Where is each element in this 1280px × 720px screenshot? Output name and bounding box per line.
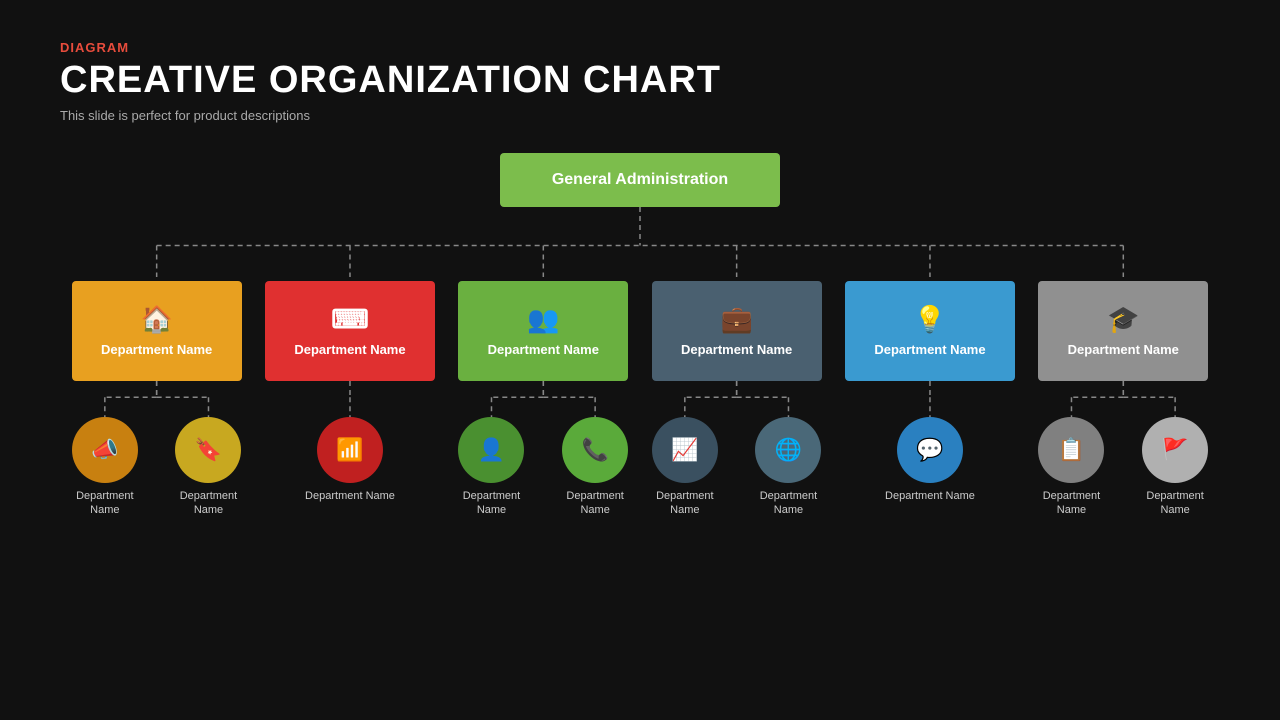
top-node-label: General Administration <box>552 171 728 188</box>
sub-text-0-0: Department Name <box>60 489 150 518</box>
sub-item-2-1: 📞 Department Name <box>550 417 640 518</box>
dept-name-4: Department Name <box>874 342 985 359</box>
dept-box-0: 🏠 Department Name <box>72 281 242 381</box>
diagram-label: Diagram <box>60 40 1220 55</box>
sub-item-0-1: 🔖 Department Name <box>164 417 254 518</box>
sub-circle-5-1: 🚩 <box>1142 417 1208 483</box>
sub-row-1: 📶 Department Name <box>305 417 395 503</box>
dept-name-5: Department Name <box>1068 342 1179 359</box>
sub-circle-3-1: 🌐 <box>755 417 821 483</box>
sub-item-5-0: 📋 Department Name <box>1027 417 1117 518</box>
sub-item-3-0: 📈 Department Name <box>640 417 730 518</box>
sub-row-5: 📋 Department Name 🚩 Department Name <box>1027 417 1220 518</box>
sub-circle-2-1: 📞 <box>562 417 628 483</box>
sub-row-3: 📈 Department Name 🌐 Department Name <box>640 417 833 518</box>
sub-text-3-1: Department Name <box>744 489 834 518</box>
dept-box-4: 💡 Department Name <box>845 281 1015 381</box>
slide: Diagram CREATIVE ORGANIZATION CHART This… <box>0 0 1280 720</box>
sub-circle-2-0: 👤 <box>458 417 524 483</box>
dept-icon-1: ⌨ <box>331 303 369 337</box>
top-node: General Administration <box>500 153 780 207</box>
sub-item-0-0: 📣 Department Name <box>60 417 150 518</box>
dept-box-1: ⌨ Department Name <box>265 281 435 381</box>
dept-icon-4: 💡 <box>914 303 946 337</box>
sub-circle-0-1: 🔖 <box>175 417 241 483</box>
sub-circle-4-0: 💬 <box>897 417 963 483</box>
dept-name-0: Department Name <box>101 342 212 359</box>
dept-box-3: 💼 Department Name <box>652 281 822 381</box>
dept-name-2: Department Name <box>488 342 599 359</box>
sub-circle-5-0: 📋 <box>1038 417 1104 483</box>
sub-item-1-0: 📶 Department Name <box>305 417 395 503</box>
sub-item-5-1: 🚩 Department Name <box>1130 417 1220 518</box>
dept-icon-5: 🎓 <box>1107 303 1139 337</box>
dept-icon-3: 💼 <box>720 303 752 337</box>
sub-text-2-1: Department Name <box>550 489 640 518</box>
sub-circle-0-0: 📣 <box>72 417 138 483</box>
sub-row-2: 👤 Department Name 📞 Department Name <box>447 417 640 518</box>
dept-col-1: ⌨ Department Name 📶 Department Name <box>253 281 446 503</box>
sub-text-0-1: Department Name <box>164 489 254 518</box>
dept-col-4: 💡 Department Name 💬 Department Name <box>833 281 1026 503</box>
sub-text-5-0: Department Name <box>1027 489 1117 518</box>
sub-text-1-0: Department Name <box>305 489 395 503</box>
sub-text-2-0: Department Name <box>447 489 537 518</box>
sub-circle-1-0: 📶 <box>317 417 383 483</box>
subtitle: This slide is perfect for product descri… <box>60 108 1220 123</box>
top-node-row: General Administration <box>60 153 1220 207</box>
dept-col-0: 🏠 Department Name 📣 Department Name 🔖 Departm… <box>60 281 253 518</box>
dept-col-3: 💼 Department Name 📈 Department Name 🌐 Departm… <box>640 281 833 518</box>
main-title: CREATIVE ORGANIZATION CHART <box>60 59 1220 102</box>
dept-icon-0: 🏠 <box>140 303 172 337</box>
sub-text-4-0: Department Name <box>885 489 975 503</box>
sub-item-2-0: 👤 Department Name <box>447 417 537 518</box>
dept-col-2: 👥 Department Name 👤 Department Name 📞 Departm… <box>447 281 640 518</box>
dept-box-5: 🎓 Department Name <box>1038 281 1208 381</box>
org-chart: General Administration 🏠Department Name📣… <box>60 153 1220 518</box>
sub-circle-3-0: 📈 <box>652 417 718 483</box>
dept-name-1: Department Name <box>294 342 405 359</box>
sub-text-3-0: Department Name <box>640 489 730 518</box>
sub-item-4-0: 💬 Department Name <box>885 417 975 503</box>
dept-col-5: 🎓 Department Name 📋 Department Name 🚩 Departm… <box>1027 281 1220 518</box>
sub-item-3-1: 🌐 Department Name <box>744 417 834 518</box>
sub-row-4: 💬 Department Name <box>885 417 975 503</box>
dept-icon-2: 👥 <box>527 303 559 337</box>
departments-row: 🏠 Department Name 📣 Department Name 🔖 Departm… <box>60 281 1220 518</box>
dept-box-2: 👥 Department Name <box>458 281 628 381</box>
dept-name-3: Department Name <box>681 342 792 359</box>
sub-text-5-1: Department Name <box>1130 489 1220 518</box>
sub-row-0: 📣 Department Name 🔖 Department Name <box>60 417 253 518</box>
connector-svg <box>60 207 1220 281</box>
